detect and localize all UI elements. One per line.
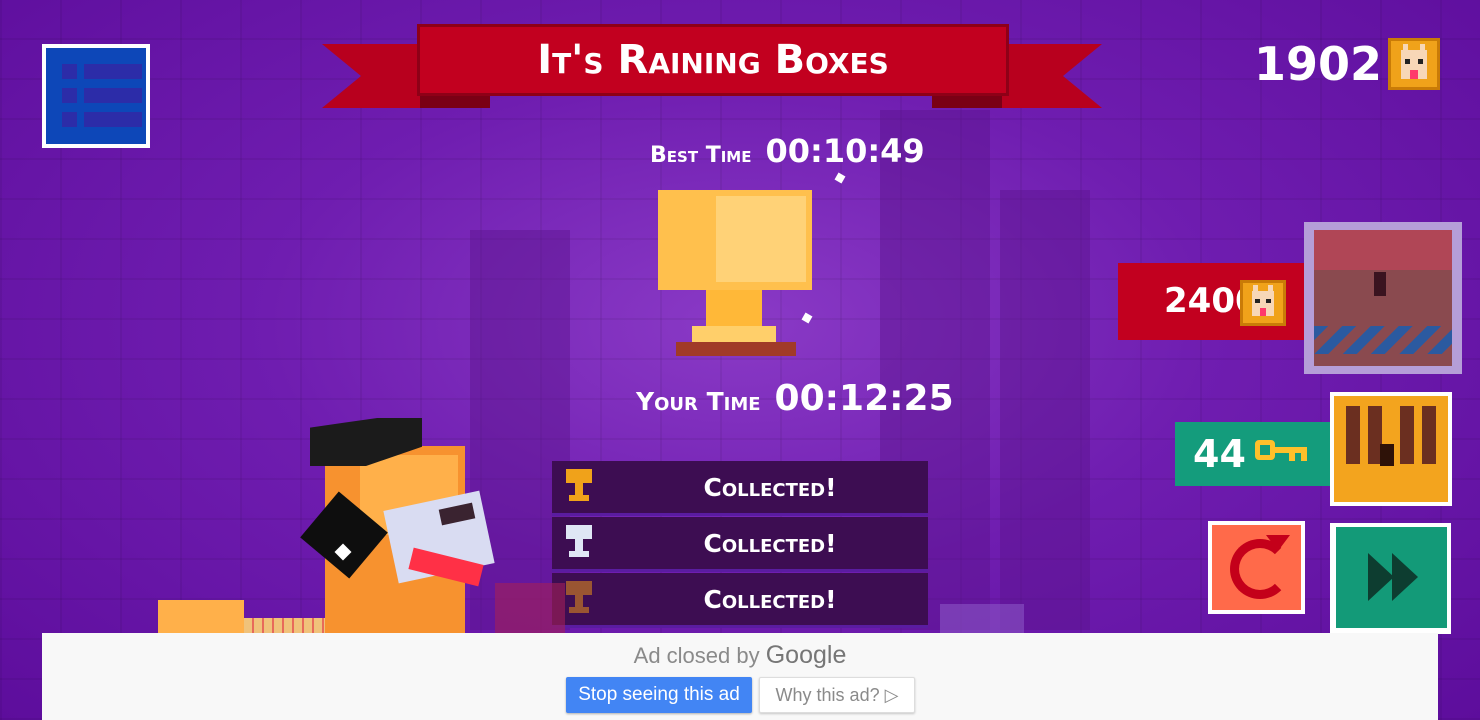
adchoices-icon: ▷ <box>884 684 899 705</box>
background-pillar <box>1000 190 1090 630</box>
level-title: It's Raining Boxes <box>537 37 889 83</box>
collected-label: Collected! <box>703 585 837 614</box>
best-time-value: 00:10:49 <box>765 132 925 170</box>
dog-paw <box>158 600 244 634</box>
retry-button[interactable] <box>1208 521 1305 614</box>
silver-trophy-icon <box>564 525 594 561</box>
key-count: 44 <box>1193 432 1246 476</box>
your-time-value: 00:12:25 <box>774 378 954 419</box>
coin-dog-icon <box>1240 280 1286 326</box>
key-counter: 44 <box>1175 422 1333 486</box>
why-this-ad-label: Why this ad? <box>775 684 880 705</box>
coin-total: 1902 <box>1253 37 1382 91</box>
fast-forward-icon <box>1368 553 1394 601</box>
why-this-ad-button[interactable]: Why this ad? ▷ <box>759 677 915 713</box>
best-time: Best Time 00:10:49 <box>650 132 925 170</box>
dog-tail <box>244 618 326 634</box>
coin-counter: 1902 <box>1254 37 1440 91</box>
chest-offer-price[interactable]: 2400 <box>1118 263 1308 340</box>
ad-banner: Ad closed by Google Stop seeing this ad … <box>42 633 1438 720</box>
mystery-chest-button[interactable] <box>1304 222 1462 374</box>
crate <box>495 583 565 633</box>
bronze-trophy-icon <box>564 581 594 617</box>
ad-closed-text: Ad closed by <box>633 643 760 668</box>
collected-label: Collected! <box>703 529 837 558</box>
ad-closed-message: Ad closed by Google <box>42 641 1438 670</box>
collected-label: Collected! <box>703 473 837 502</box>
list-icon <box>46 48 146 144</box>
key-chest-button[interactable] <box>1330 392 1452 506</box>
menu-button[interactable] <box>42 44 150 148</box>
key-icon <box>1255 440 1309 468</box>
collected-row-silver: Collected! <box>552 517 928 572</box>
gold-trophy-icon <box>564 469 594 505</box>
google-logo: Google <box>765 641 847 669</box>
floor-block <box>940 604 1024 634</box>
next-level-button[interactable] <box>1330 523 1451 634</box>
collected-row-bronze: Collected! <box>552 573 928 628</box>
stop-seeing-ad-button[interactable]: Stop seeing this ad <box>566 677 752 713</box>
your-time: Your Time 00:12:25 <box>636 378 954 419</box>
gold-trophy-icon <box>656 186 816 358</box>
collected-row-gold: Collected! <box>552 461 928 516</box>
coin-dog-icon <box>1388 38 1440 90</box>
best-time-label: Best Time <box>650 143 752 168</box>
title-banner: It's Raining Boxes <box>417 24 1009 96</box>
your-time-label: Your Time <box>636 387 761 416</box>
